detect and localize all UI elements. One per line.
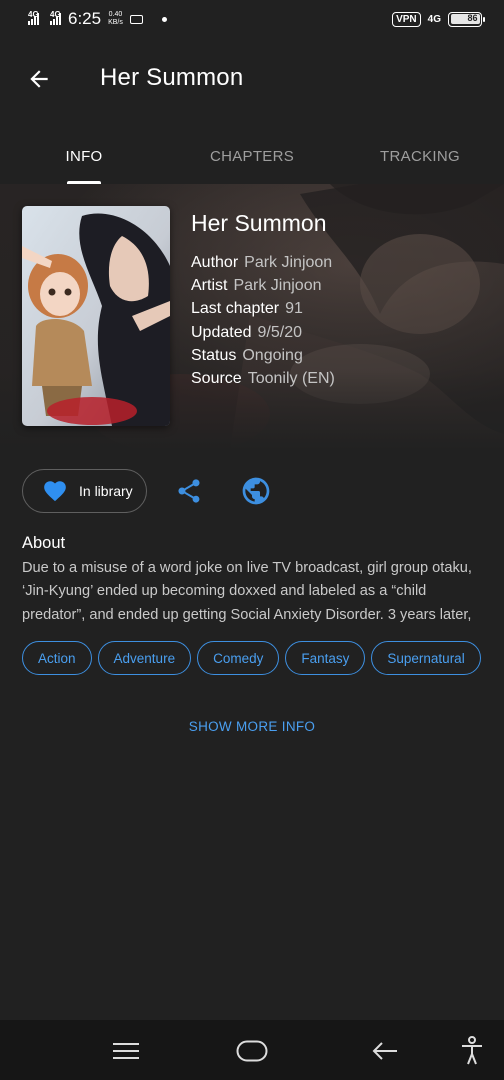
genre-chip-action[interactable]: Action — [22, 641, 92, 675]
globe-icon — [242, 477, 270, 505]
info-row-status: Status Ongoing — [191, 344, 335, 367]
artist-label: Artist — [191, 277, 228, 295]
manga-header: Her Summon Author Park Jinjoon Artist Park… — [0, 184, 504, 450]
vpn-badge: VPN — [392, 11, 421, 27]
back-button[interactable] — [20, 60, 58, 98]
action-row: In library — [22, 469, 278, 513]
info-row-source: Source Toonily (EN) — [191, 367, 335, 390]
tab-info[interactable]: INFO — [0, 128, 168, 184]
share-button[interactable] — [167, 469, 211, 513]
clock: 6:25 — [68, 9, 102, 28]
show-more-info-button[interactable]: SHOW MORE INFO — [0, 719, 504, 734]
info-row-updated: Updated 9/5/20 — [191, 321, 335, 344]
signal-icon-2: 4G — [50, 10, 61, 25]
status-left: 4G 4G 6:25 0.40 KB/s — [28, 9, 167, 29]
lte-indicator: 4G — [427, 13, 441, 25]
accessibility-button[interactable] — [452, 1034, 492, 1068]
system-nav-bar — [0, 1020, 504, 1080]
page-title: Her Summon — [100, 64, 244, 91]
about-section: About Due to a misuse of a word joke on … — [22, 534, 484, 627]
battery-icon: 86 — [448, 11, 485, 27]
back-nav-button[interactable] — [365, 1034, 405, 1068]
last-chapter-value: 91 — [285, 300, 303, 318]
tab-tracking[interactable]: TRACKING — [336, 128, 504, 184]
author-label: Author — [191, 254, 239, 271]
tab-bar: INFO CHAPTERS TRACKING — [0, 128, 504, 184]
share-icon — [178, 479, 200, 503]
arrow-back-icon — [30, 70, 48, 88]
manga-info: Her Summon Author Park Jinjoon Artist Park… — [191, 210, 335, 390]
network-type-2: 4G — [50, 10, 61, 19]
speed-unit: KB/s — [108, 19, 123, 26]
info-row-last-chapter: Last chapter 91 — [191, 297, 335, 320]
app-bar: Her Summon — [0, 38, 504, 120]
accessibility-icon — [462, 1036, 482, 1065]
source-value: Toonily (EN) — [247, 370, 335, 388]
cover-image[interactable] — [22, 206, 170, 426]
about-description[interactable]: Due to a misuse of a word joke on live T… — [22, 557, 484, 627]
notification-icon — [129, 14, 143, 24]
genre-chip-supernatural[interactable]: Supernatural — [371, 641, 481, 675]
genre-chips: Action Adventure Comedy Fantasy Supernat… — [22, 641, 481, 675]
network-speed: 0.40 KB/s — [108, 11, 123, 27]
speed-value: 0.40 — [108, 11, 123, 18]
info-row-author: Author Park Jinjoon — [191, 251, 335, 274]
network-type-1: 4G — [28, 10, 39, 19]
battery-level: 86 — [450, 14, 480, 24]
genre-chip-comedy[interactable]: Comedy — [197, 641, 280, 675]
back-icon — [372, 1042, 397, 1060]
cover-art — [22, 206, 170, 426]
menu-button[interactable] — [106, 1034, 146, 1068]
status-label: Status — [191, 346, 237, 364]
last-chapter-label: Last chapter — [191, 300, 280, 318]
signal-icon: 4G — [28, 10, 39, 25]
status-bar: 4G 4G 6:25 0.40 KB/s VPN 4G 86 — [0, 0, 504, 38]
in-library-button[interactable]: In library — [22, 469, 147, 513]
in-library-label: In library — [79, 483, 133, 499]
updated-value: 9/5/20 — [257, 323, 302, 341]
artist-value[interactable]: Park Jinjoon — [233, 277, 321, 294]
genre-chip-fantasy[interactable]: Fantasy — [285, 641, 366, 675]
about-heading: About — [22, 534, 66, 552]
updated-label: Updated — [191, 323, 252, 341]
webview-button[interactable] — [234, 469, 278, 513]
source-label: Source — [191, 370, 242, 388]
heart-icon — [44, 481, 66, 502]
manga-title: Her Summon — [191, 210, 327, 236]
info-row-artist: Artist Park Jinjoon — [191, 274, 335, 297]
tab-chapters[interactable]: CHAPTERS — [168, 128, 336, 184]
home-icon — [236, 1040, 268, 1062]
genre-chip-adventure[interactable]: Adventure — [97, 641, 192, 675]
status-value: Ongoing — [242, 346, 303, 364]
author-value[interactable]: Park Jinjoon — [244, 254, 332, 271]
notification-dot — [161, 16, 167, 22]
menu-icon — [113, 1043, 139, 1059]
status-right: VPN 4G 86 — [392, 11, 485, 27]
home-button[interactable] — [232, 1034, 272, 1068]
